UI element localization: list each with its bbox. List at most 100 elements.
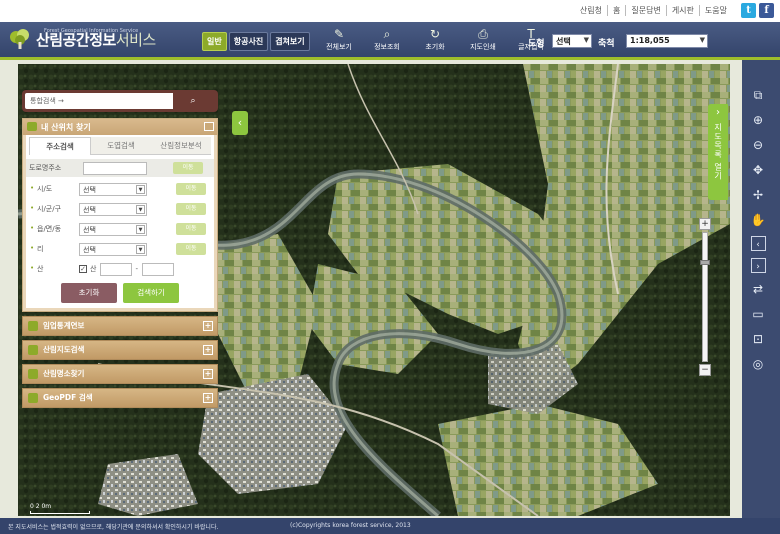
village-select[interactable]: 선택 ▼ (79, 242, 147, 256)
location-finder-header[interactable]: 내 산위치 찾기 (23, 119, 217, 135)
figure-select[interactable]: 선택 ▼ (552, 34, 592, 48)
plus-icon: + (203, 369, 213, 379)
chevron-down-icon: ▼ (136, 184, 145, 194)
chevron-down-icon: ▼ (136, 244, 145, 254)
maptype-overlay[interactable]: 겹쳐보기 (270, 32, 310, 51)
collapse-toggle-icon[interactable] (204, 122, 214, 131)
village-row: 리 선택▼ 이동 (29, 241, 211, 257)
map-list-tab[interactable]: › 지도목록 열기 (708, 104, 728, 200)
prev-icon[interactable]: ‹ (750, 236, 766, 251)
zoom-out-button[interactable]: − (699, 364, 711, 376)
move-icon[interactable]: ✢ (749, 186, 767, 204)
map-tools: ⧉ ⊕ ⊖ ✥ ✢ ✋ ‹ › ⇄ ▭ ⊡ ◎ (746, 86, 770, 380)
maptype-aerial[interactable]: 항공사진 (228, 32, 269, 51)
tab-forest-analysis[interactable]: 산림정보분석 (151, 137, 211, 155)
pen-icon: ✎ (333, 27, 345, 41)
logo-tree-icon (8, 28, 32, 50)
tool-full-view[interactable]: ✎ 전체보기 (320, 27, 358, 52)
left-rail (0, 60, 18, 518)
logo[interactable]: 산림공간정보서비스 Forest Geospatial Information … (8, 28, 156, 50)
twitter-icon[interactable]: t (741, 3, 756, 18)
zoom-slider[interactable] (700, 232, 710, 362)
layer-icon[interactable]: ◎ (749, 355, 767, 373)
maptype-general[interactable]: 일반 (202, 32, 227, 51)
zoom-out-icon[interactable]: ⊖ (749, 136, 767, 154)
toolbar: ✎ 전체보기 ⌕ 정보조회 ↻ 초기화 ⎙ 지도인쇄 T 글자입력 (320, 27, 550, 52)
lot-number-main-input[interactable] (100, 262, 133, 276)
chevron-down-icon: ▼ (136, 224, 145, 234)
printer-icon: ⎙ (478, 27, 488, 41)
hand-icon[interactable]: ✋ (749, 211, 767, 229)
scale-bar: 0 2 0m (30, 503, 90, 514)
road-address-label: 도로명주소 (29, 164, 62, 172)
province-select[interactable]: 선택 ▼ (79, 182, 147, 196)
next-icon[interactable]: › (750, 258, 766, 273)
link-forest-service[interactable]: 산림청 (575, 5, 607, 16)
lot-number-sub-input[interactable] (141, 262, 174, 276)
link-qna[interactable]: 질문답변 (625, 5, 665, 16)
tool-info[interactable]: ⌕ 정보조회 (368, 27, 406, 52)
menu-forest-map-search[interactable]: 산림지도검색 + (22, 340, 218, 360)
plus-icon: + (203, 393, 213, 403)
link-home[interactable]: 홈 (606, 5, 625, 16)
refresh-icon: ↻ (429, 27, 441, 41)
chevron-down-icon: ▼ (699, 36, 705, 44)
search-icon[interactable]: ⌕ (173, 93, 213, 109)
app-header: 산림공간정보서비스 Forest Geospatial Information … (0, 22, 780, 60)
city-select[interactable]: 선택 ▼ (79, 202, 147, 216)
window-icon[interactable]: ⧉ (749, 86, 767, 104)
magnifier-icon: ⌕ (383, 27, 391, 41)
menu-geopdf-search[interactable]: GeoPDF 검색 + (22, 388, 218, 408)
tab-address[interactable]: 주소검색 (29, 137, 91, 155)
road-address-input[interactable] (83, 161, 147, 175)
location-finder: 내 산위치 찾기 주소검색 도엽검색 산림정보분석 도로명주소 이동 시/도 선… (22, 118, 218, 312)
chevron-down-icon: ▼ (136, 204, 145, 214)
legal-notice: 본 지도서비스는 법적효력이 없으므로, 해당기관에 문의하셔서 확인하시기 바… (8, 524, 219, 531)
go-button[interactable]: 이동 (176, 243, 206, 255)
search-button[interactable]: 검색하기 (123, 283, 179, 303)
go-button[interactable]: 이동 (173, 162, 203, 174)
mountain-checkbox[interactable]: ✓ (79, 265, 87, 273)
search-panel: 통합검색 → ⌕ 내 산위치 찾기 주소검색 도엽검색 산림정보분석 도로명주소… (22, 90, 218, 408)
unified-search-input[interactable]: 통합검색 → (25, 93, 173, 109)
form-buttons: 초기화 검색하기 (29, 283, 211, 303)
link-help[interactable]: 도움말 (698, 5, 732, 16)
mountain-check-label: 산 (90, 265, 97, 273)
zoom-in-button[interactable]: + (699, 218, 711, 230)
unified-search: 통합검색 → ⌕ (22, 90, 218, 112)
go-button[interactable]: 이동 (176, 183, 206, 195)
figure-label: 도형 (528, 39, 545, 49)
scale-select[interactable]: 1:18,055 ▼ (626, 34, 708, 48)
reset-button[interactable]: 초기화 (61, 283, 117, 303)
tool-reset[interactable]: ↻ 초기화 (416, 27, 454, 52)
zoom-in-icon[interactable]: ⊕ (749, 111, 767, 129)
province-row: 시/도 선택▼ 이동 (29, 181, 211, 197)
crop-icon[interactable]: ⊡ (749, 330, 767, 348)
tab-map-sheet[interactable]: 도엽검색 (91, 137, 151, 155)
panel-collapse-button[interactable]: ‹ (232, 111, 248, 135)
go-button[interactable]: 이동 (176, 203, 206, 215)
zoom-control: + − (699, 218, 713, 378)
measure-icon[interactable]: ▭ (749, 305, 767, 323)
top-links-bar: 산림청 홈 질문답변 게시판 도움말 t f (0, 0, 780, 22)
plus-icon: + (203, 345, 213, 355)
plus-icon: + (203, 321, 213, 331)
search-tabs: 주소검색 도엽검색 산림정보분석 (29, 137, 211, 155)
menu-forestry-statistics[interactable]: 임업통계연보 + (22, 316, 218, 336)
facebook-icon[interactable]: f (759, 3, 774, 18)
menu-forest-attractions[interactable]: 산림명소찾기 + (22, 364, 218, 384)
footer: 본 지도서비스는 법적효력이 없으므로, 해당기관에 문의하셔서 확인하시기 바… (0, 518, 780, 534)
pan-icon[interactable]: ✥ (749, 161, 767, 179)
city-row: 시/군/구 선택▼ 이동 (29, 201, 211, 217)
go-button[interactable]: 이동 (176, 223, 206, 235)
town-select[interactable]: 선택 ▼ (79, 222, 147, 236)
top-links: 산림청 홈 질문답변 게시판 도움말 (575, 5, 732, 16)
swap-icon[interactable]: ⇄ (749, 280, 767, 298)
tool-print[interactable]: ⎙ 지도인쇄 (464, 27, 502, 52)
chart-icon (28, 321, 38, 331)
link-board[interactable]: 게시판 (665, 5, 699, 16)
chevron-left-icon: › (716, 107, 720, 118)
road-address-row: 도로명주소 이동 (26, 159, 214, 177)
town-row: 읍/면/동 선택▼ 이동 (29, 221, 211, 237)
zoom-slider-handle[interactable] (700, 260, 710, 265)
